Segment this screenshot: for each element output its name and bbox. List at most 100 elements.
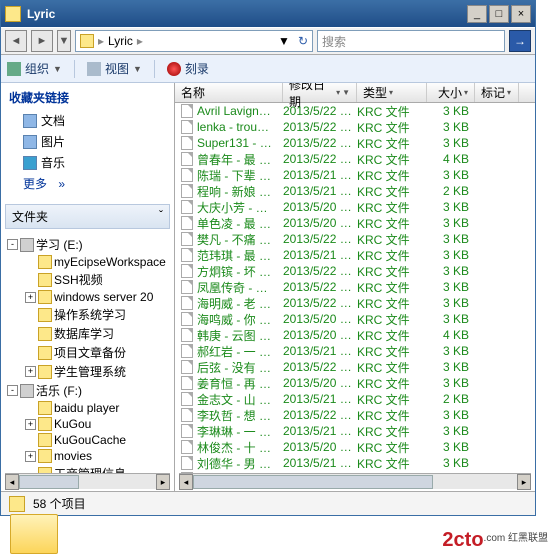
- tree-node[interactable]: +movies: [7, 448, 170, 464]
- fav-documents[interactable]: 文档: [9, 110, 166, 131]
- pictures-icon: [23, 135, 37, 149]
- file-date: 2013/5/21 …: [283, 424, 357, 438]
- tree-node[interactable]: 数据库学习: [7, 324, 170, 343]
- scroll-thumb[interactable]: [193, 475, 433, 489]
- collapse-icon[interactable]: ˇ: [159, 208, 163, 225]
- file-size: 3 KB: [427, 168, 475, 182]
- file-row[interactable]: 凤凰传奇 - …2013/5/22 …KRC 文件3 KB: [175, 279, 535, 295]
- scroll-thumb[interactable]: [19, 475, 79, 489]
- file-icon: [181, 376, 193, 390]
- file-row[interactable]: 林俊杰 - 十 …2013/5/20 …KRC 文件3 KB: [175, 439, 535, 455]
- scroll-left-icon[interactable]: ◂: [179, 474, 193, 490]
- fav-music[interactable]: 音乐: [9, 152, 166, 173]
- tree-label: myEcipseWorkspace: [54, 255, 166, 269]
- fav-pictures[interactable]: 图片: [9, 131, 166, 152]
- tree-node[interactable]: -学习 (E:): [7, 235, 170, 254]
- folder-tree[interactable]: -学习 (E:)myEcipseWorkspaceSSH视频 + windows s…: [1, 233, 174, 473]
- file-row[interactable]: 刘德华 - 男 …2013/5/21 …KRC 文件3 KB: [175, 455, 535, 471]
- col-type[interactable]: 类型▾: [357, 83, 427, 102]
- tree-node[interactable]: 操作系统学习: [7, 305, 170, 324]
- file-row[interactable]: 李玖哲 - 想 …2013/5/22 …KRC 文件3 KB: [175, 407, 535, 423]
- scroll-left-icon[interactable]: ◂: [5, 474, 19, 490]
- toolbar: 组织▼ 视图▼ 刻录: [1, 55, 535, 83]
- file-date: 2013/5/22 …: [283, 296, 357, 310]
- tree-label: windows server 20: [54, 290, 153, 304]
- scroll-right-icon[interactable]: ▸: [156, 474, 170, 490]
- expand-icon[interactable]: +: [25, 451, 36, 462]
- file-name: 刘德华 - 男 …: [197, 455, 283, 472]
- file-row[interactable]: 海鸣威 - 你 …2013/5/20 …KRC 文件3 KB: [175, 311, 535, 327]
- close-button[interactable]: ×: [511, 5, 531, 23]
- expand-icon[interactable]: -: [7, 385, 18, 396]
- breadcrumb-segment[interactable]: Lyric: [108, 34, 133, 48]
- file-row[interactable]: 李琳琳 - 一 …2013/5/21 …KRC 文件3 KB: [175, 423, 535, 439]
- minimize-button[interactable]: _: [467, 5, 487, 23]
- search-input[interactable]: 搜索: [317, 30, 505, 52]
- forward-button[interactable]: ►: [31, 30, 53, 52]
- tree-node[interactable]: 工商管理信息: [7, 464, 170, 473]
- file-row[interactable]: 海明威 - 老 …2013/5/22 …KRC 文件3 KB: [175, 295, 535, 311]
- tree-node[interactable]: myEcipseWorkspace: [7, 254, 170, 270]
- file-rows[interactable]: Avril Lavign…2013/5/22 …KRC 文件3 KBlenka …: [175, 103, 535, 473]
- file-row[interactable]: 大庆小芳 - …2013/5/20 …KRC 文件3 KB: [175, 199, 535, 215]
- expand-icon[interactable]: +: [25, 292, 36, 303]
- file-type: KRC 文件: [357, 391, 427, 408]
- tree-node[interactable]: +学生管理系统: [7, 362, 170, 381]
- file-row[interactable]: 方炯镔 - 坏 …2013/5/22 …KRC 文件3 KB: [175, 263, 535, 279]
- file-date: 2013/5/21 …: [283, 248, 357, 262]
- tree-node[interactable]: SSH视频: [7, 270, 170, 289]
- refresh-icon[interactable]: ↻: [298, 34, 308, 48]
- file-row[interactable]: lenka - trou…2013/5/22 …KRC 文件3 KB: [175, 119, 535, 135]
- window-buttons: _ □ ×: [467, 5, 531, 23]
- list-scrollbar[interactable]: ◂ ▸: [179, 473, 531, 489]
- expand-icon[interactable]: -: [7, 239, 18, 250]
- file-row[interactable]: Avril Lavign…2013/5/22 …KRC 文件3 KB: [175, 103, 535, 119]
- history-dropdown[interactable]: ▼: [57, 30, 71, 52]
- file-row[interactable]: 范玮琪 - 最 …2013/5/21 …KRC 文件3 KB: [175, 247, 535, 263]
- go-button[interactable]: →: [509, 30, 531, 52]
- tree-node[interactable]: KuGouCache: [7, 432, 170, 448]
- file-type: KRC 文件: [357, 375, 427, 392]
- maximize-button[interactable]: □: [489, 5, 509, 23]
- file-row[interactable]: 程响 - 新娘 …2013/5/21 …KRC 文件2 KB: [175, 183, 535, 199]
- expand-icon[interactable]: +: [25, 366, 36, 377]
- col-size[interactable]: 大小▾: [427, 83, 475, 102]
- file-type: KRC 文件: [357, 167, 427, 184]
- tree-node[interactable]: baidu player: [7, 400, 170, 416]
- file-row[interactable]: 单色凌 - 最 …2013/5/20 …KRC 文件3 KB: [175, 215, 535, 231]
- breadcrumb[interactable]: ▸ Lyric ▸ ▼ ↻: [75, 30, 313, 52]
- col-date[interactable]: 修改日期▾▼: [283, 83, 357, 102]
- col-name[interactable]: 名称: [175, 83, 283, 102]
- file-row[interactable]: 郝红岩 - 一 …2013/5/21 …KRC 文件3 KB: [175, 343, 535, 359]
- titlebar[interactable]: Lyric _ □ ×: [1, 1, 535, 27]
- file-size: 3 KB: [427, 232, 475, 246]
- file-icon: [181, 456, 193, 470]
- file-name: lenka - trou…: [197, 120, 283, 134]
- file-row[interactable]: 曾春年 - 最 …2013/5/22 …KRC 文件4 KB: [175, 151, 535, 167]
- organize-button[interactable]: 组织▼: [7, 60, 62, 77]
- tree-node[interactable]: + windows server 20: [7, 289, 170, 305]
- file-row[interactable]: 金志文 - 山 …2013/5/21 …KRC 文件2 KB: [175, 391, 535, 407]
- file-name: 大庆小芳 - …: [197, 199, 283, 216]
- col-mark[interactable]: 标记▾: [475, 83, 519, 102]
- tree-scrollbar[interactable]: ◂ ▸: [5, 473, 170, 489]
- tree-node[interactable]: -活乐 (F:): [7, 381, 170, 400]
- back-button[interactable]: ◄: [5, 30, 27, 52]
- file-date: 2013/5/22 …: [283, 152, 357, 166]
- drive-icon: [20, 238, 34, 252]
- views-button[interactable]: 视图▼: [87, 60, 142, 77]
- file-row[interactable]: 陈瑞 - 下辈 …2013/5/21 …KRC 文件3 KB: [175, 167, 535, 183]
- folders-header[interactable]: 文件夹ˇ: [5, 204, 170, 229]
- tree-node[interactable]: +KuGou: [7, 416, 170, 432]
- file-row[interactable]: 姜育恒 - 再 …2013/5/20 …KRC 文件3 KB: [175, 375, 535, 391]
- file-row[interactable]: 后弦 - 没有 …2013/5/22 …KRC 文件3 KB: [175, 359, 535, 375]
- burn-button[interactable]: 刻录: [167, 60, 209, 77]
- tree-node[interactable]: 项目文章备份: [7, 343, 170, 362]
- file-row[interactable]: 韩庚 - 云图 …2013/5/20 …KRC 文件4 KB: [175, 327, 535, 343]
- file-row[interactable]: 樊凡 - 不痛 …2013/5/22 …KRC 文件3 KB: [175, 231, 535, 247]
- breadcrumb-dropdown[interactable]: ▼: [278, 34, 290, 48]
- expand-icon[interactable]: +: [25, 419, 36, 430]
- file-row[interactable]: Super131 - …2013/5/22 …KRC 文件3 KB: [175, 135, 535, 151]
- scroll-right-icon[interactable]: ▸: [517, 474, 531, 490]
- fav-more[interactable]: 更多 »: [9, 173, 166, 194]
